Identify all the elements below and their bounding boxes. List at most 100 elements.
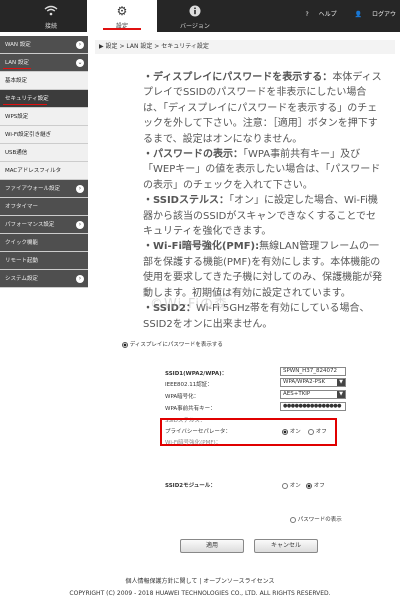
sidebar-item-system[interactable]: システム設定 › [0, 270, 88, 288]
auth-select[interactable]: WPA/WPA2-PSK ▼ [280, 378, 346, 387]
help-heading: ・Wi-Fi暗号強化(PMF): [143, 241, 260, 253]
sidebar-item-label: LAN 設定 [5, 60, 29, 66]
copyright-text: COPYRIGHT (C) 2009 - 2018 HUAWEI TECHNOL… [69, 590, 331, 597]
radio-unselected [308, 428, 314, 435]
auth-select-value: WPA/WPA2-PSK [283, 379, 326, 385]
user-icon: 👤 [354, 11, 363, 18]
sidebar-item-label: オフタイマー [5, 204, 39, 210]
help-label: ヘルプ [318, 11, 337, 18]
ssid2-module-label: SSID2モジュール： [165, 483, 216, 489]
sidebar-item-wan[interactable]: WAN 設定 › [0, 36, 88, 54]
chevron-right-icon: › [76, 275, 84, 283]
display-password-checkbox-row[interactable]: ディスプレイにパスワードを表示する [122, 340, 223, 348]
radio-selected [282, 428, 288, 435]
encryption-label: WPA暗号化： [165, 394, 200, 400]
sidebar-item-label: Wi-Fi設定引き継ぎ [5, 132, 52, 138]
opensource-license-link[interactable]: オープンソースライセンス [203, 578, 274, 585]
sidebar-item-off-timer[interactable]: オフタイマー [0, 198, 88, 216]
sidebar-item-lan[interactable]: LAN 設定 ⌄ [0, 54, 88, 72]
on-label: オン [289, 483, 301, 489]
dropdown-arrow-icon: ▼ [337, 379, 345, 386]
encryption-select[interactable]: AES+TKIP ▼ [280, 390, 346, 399]
on-label: オン [289, 429, 301, 435]
sidebar-item-label: システム設定 [5, 276, 38, 282]
show-password-label: パスワードの表示 [297, 517, 342, 523]
sidebar-item-label: WAN 設定 [5, 42, 31, 48]
chevron-down-icon: ⌄ [76, 59, 84, 67]
sidebar-item-label: ファイアウォール設定 [5, 186, 61, 192]
chevron-right-icon: › [76, 41, 84, 49]
info-icon [160, 5, 230, 18]
display-password-checkbox[interactable] [122, 341, 128, 348]
sidebar-item-label: MACアドレスフィルタ [5, 168, 62, 174]
top-nav-bar: 接続 ⚙ 設定 バージョン ? ヘルプ 👤 ログアウ [0, 0, 400, 32]
sidebar-item-wps[interactable]: WPS設定 [0, 108, 88, 126]
footer-links: 個人情報保護方針に関して | オープンソースライセンス [0, 576, 400, 585]
sidebar: WAN 設定 › LAN 設定 ⌄ 基本設定 セキュリティ設定 WPS設定 Wi-F… [0, 36, 88, 288]
dropdown-arrow-icon: ▼ [337, 391, 345, 398]
show-password-checkbox-row[interactable]: パスワードの表示 [290, 515, 342, 523]
chevron-right-icon: › [76, 221, 84, 229]
privacy-policy-link[interactable]: 個人情報保護方針に関して [126, 578, 198, 585]
sidebar-item-wifi-transfer[interactable]: Wi-Fi設定引き継ぎ [0, 126, 88, 144]
breadcrumb-text: 設定 > LAN 設定 > セキュリティ設定 [105, 43, 209, 50]
sidebar-item-label: パフォーマンス設定 [5, 222, 55, 228]
sidebar-item-label: WPS設定 [5, 114, 29, 120]
top-right-links: ? ヘルプ 👤 ログアウ [290, 9, 396, 18]
watermark: ©Wi-Fiの森 [150, 297, 229, 312]
tab-version[interactable]: バージョン [160, 0, 230, 32]
auth-label: IEEE802.11認証： [165, 382, 213, 388]
sidebar-item-quick[interactable]: クイック機能 [0, 234, 88, 252]
sidebar-item-label: リモート起動 [5, 258, 39, 264]
tab-connection[interactable]: 接続 [16, 0, 86, 32]
help-icon: ? [305, 11, 309, 18]
breadcrumb: ▶ 設定 > LAN 設定 > セキュリティ設定 [95, 40, 395, 54]
display-password-label: ディスプレイにパスワードを表示する [129, 342, 223, 348]
sidebar-item-mac-filter[interactable]: MACアドレスフィルタ [0, 162, 88, 180]
encryption-select-value: AES+TKIP [283, 391, 311, 397]
pmf-label: Wi-Fi暗号強化(PMF)： [165, 440, 222, 446]
psk-input[interactable]: ●●●●●●●●●●●●●●● [280, 402, 346, 411]
sidebar-item-usb[interactable]: USB通信 [0, 144, 88, 162]
sidebar-item-performance[interactable]: パフォーマンス設定 › [0, 216, 88, 234]
highlight-underline [3, 67, 31, 69]
wifi-icon [16, 5, 86, 18]
show-password-checkbox[interactable] [290, 516, 296, 523]
logout-label: ログアウ [371, 11, 396, 18]
psk-label: WPA事前共有キー： [165, 406, 216, 412]
ssid1-label: SSID1(WPA2/WPA)： [165, 371, 228, 377]
highlight-underline [3, 103, 47, 105]
sidebar-item-label: 基本設定 [5, 78, 28, 84]
footer-separator: | [199, 578, 202, 585]
tab-connection-label: 接続 [44, 23, 57, 30]
privacy-off-radio[interactable]: オフ [308, 427, 327, 435]
sidebar-item-security[interactable]: セキュリティ設定 [0, 90, 88, 108]
sidebar-item-firewall[interactable]: ファイアウォール設定 › [0, 180, 88, 198]
help-paragraph: ・パスワードの表示：「WPA事前共有キー」及び「WEPキー」の値を表示したい場合… [143, 147, 386, 193]
privacy-separator-label: プライバシーセパレータ： [165, 429, 231, 435]
tab-version-label: バージョン [180, 23, 210, 30]
cancel-button[interactable]: キャンセル [254, 539, 318, 553]
sidebar-item-label: セキュリティ設定 [5, 96, 49, 102]
gear-icon: ⚙ [116, 4, 128, 18]
sidebar-item-label: USB通信 [5, 150, 28, 156]
off-label: オフ [315, 429, 327, 435]
apply-button[interactable]: 適用 [180, 539, 244, 553]
sidebar-item-remote[interactable]: リモート起動 [0, 252, 88, 270]
chevron-right-icon: › [76, 185, 84, 193]
ssid2-on-radio[interactable]: オン [282, 481, 301, 489]
help-heading: ・ディスプレイにパスワードを表示する： [143, 72, 333, 83]
radio-selected [306, 482, 312, 489]
radio-unselected [282, 482, 288, 489]
help-paragraph: ・SSIDステルス：「オン」に設定した場合、Wi-Fi機器から該当のSSIDがス… [143, 193, 386, 239]
help-paragraph: ・ディスプレイにパスワードを表示する：本体ディスプレイでSSIDのパスワードを非… [143, 70, 386, 147]
off-label: オフ [313, 483, 325, 489]
active-tab-underline [103, 28, 141, 30]
logout-link[interactable]: 👤 ログアウ [347, 11, 396, 18]
ssid1-input[interactable]: SPWN_H37_824072 [280, 367, 346, 376]
ssid2-off-radio[interactable]: オフ [306, 481, 325, 489]
privacy-on-radio[interactable]: オン [282, 427, 301, 435]
sidebar-item-basic[interactable]: 基本設定 [0, 72, 88, 90]
tab-settings[interactable]: ⚙ 設定 [87, 0, 157, 32]
help-link[interactable]: ? ヘルプ [298, 11, 337, 18]
